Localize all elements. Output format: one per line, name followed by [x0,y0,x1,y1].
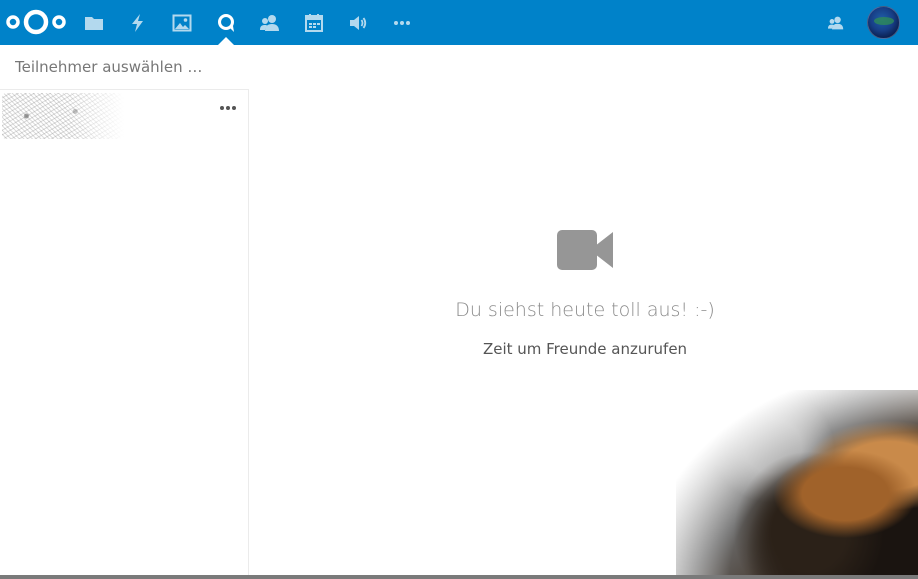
video-camera-icon [557,230,613,270]
user-avatar[interactable] [867,6,900,39]
folder-icon [85,16,103,30]
app-header [0,0,918,45]
main-content: Du siehst heute toll aus! :-) Zeit um Fr… [250,45,918,579]
empty-state-subtitle: Zeit um Freunde anzurufen [482,340,688,358]
nav-activity[interactable] [116,0,160,45]
more-icon [394,20,410,25]
lightning-icon [132,13,143,32]
conversation-menu-button[interactable] [216,98,240,118]
nav-calendar[interactable] [292,0,336,45]
dot [226,106,230,110]
local-video-preview [676,390,918,579]
blurred-conversation-avatar [2,93,124,139]
nav-contacts[interactable] [248,0,292,45]
nextcloud-logo-icon[interactable] [4,5,68,39]
conversation-list-item[interactable] [0,90,249,140]
nav-gallery[interactable] [160,0,204,45]
nav-files[interactable] [72,0,116,45]
contacts-icon [828,16,844,29]
talk-icon [218,13,234,32]
image-icon [172,14,192,31]
speaker-icon [350,15,367,30]
contacts-icon [260,14,279,31]
dot [232,106,236,110]
conversation-sidebar [0,45,249,579]
dot [220,106,224,110]
bottom-edge [0,575,918,579]
nav-announcements[interactable] [336,0,380,45]
avatar-earth-image [874,17,894,25]
empty-state-title: Du siehst heute toll aus! :-) [455,299,715,321]
nav-more[interactable] [380,0,424,45]
participant-search-input[interactable] [0,45,249,90]
contacts-menu-button[interactable] [822,10,850,35]
calendar-icon [305,13,323,32]
active-app-indicator [218,37,234,45]
